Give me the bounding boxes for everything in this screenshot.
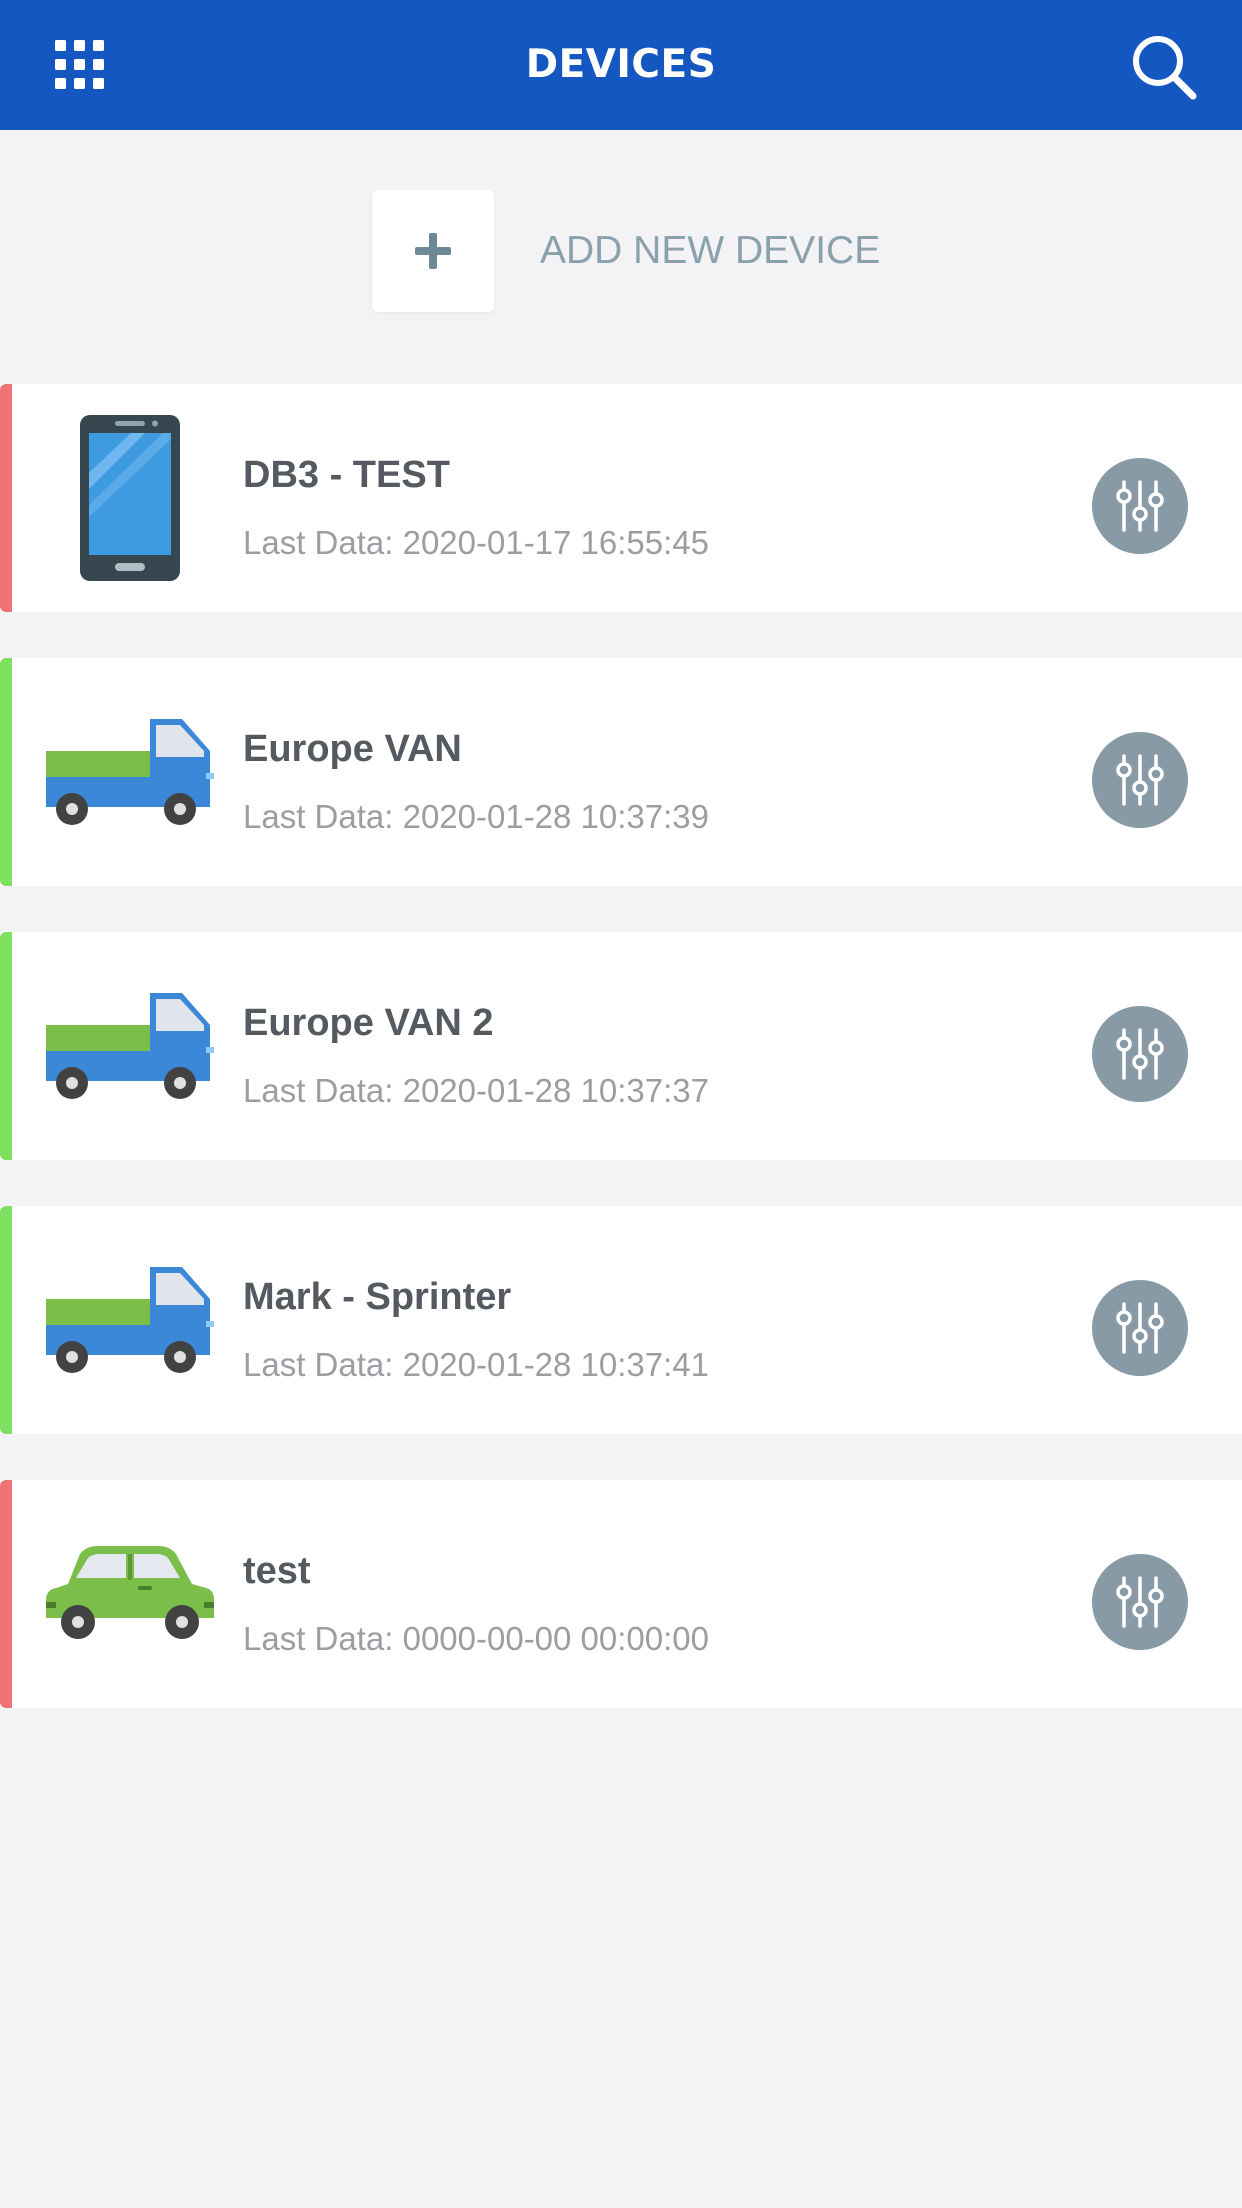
add-device-box[interactable] — [372, 190, 494, 312]
device-item[interactable]: Mark - Sprinter Last Data: 2020-01-28 10… — [0, 1206, 1242, 1434]
sensors-icon — [1116, 1302, 1164, 1354]
status-indicator — [0, 1480, 12, 1708]
device-name: test — [243, 1550, 311, 1592]
device-last-data: Last Data: 2020-01-28 10:37:37 — [243, 1072, 710, 1109]
device-sensors-button[interactable] — [1092, 732, 1188, 828]
sensors-icon — [1116, 480, 1164, 532]
sensors-icon — [1116, 754, 1164, 806]
device-sensors-button[interactable] — [1092, 1006, 1188, 1102]
device-item[interactable]: Europe VAN Last Data: 2020-01-28 10:37:3… — [0, 658, 1242, 886]
car-icon — [30, 1514, 230, 1674]
sensors-icon — [1116, 1028, 1164, 1080]
device-name: Europe VAN 2 — [243, 1002, 494, 1044]
grid-icon — [55, 40, 104, 89]
device-last-data: Last Data: 2020-01-28 10:37:39 — [243, 798, 710, 835]
device-last-data: Last Data: 0000-00-00 00:00:00 — [243, 1620, 710, 1657]
add-new-device-button[interactable]: ADD NEW DEVICE — [372, 190, 880, 312]
add-new-device-label: ADD NEW DEVICE — [540, 229, 881, 272]
search-icon — [1133, 36, 1197, 100]
device-item[interactable]: DB3 - TEST Last Data: 2020-01-17 16:55:4… — [0, 384, 1242, 612]
device-list: DB3 - TEST Last Data: 2020-01-17 16:55:4… — [0, 384, 1242, 1754]
truck-icon — [30, 692, 230, 852]
device-item[interactable]: Europe VAN 2 Last Data: 2020-01-28 10:37… — [0, 932, 1242, 1160]
sensors-icon — [1116, 1576, 1164, 1628]
plus-icon — [415, 233, 451, 269]
device-item[interactable]: test Last Data: 0000-00-00 00:00:00 — [0, 1480, 1242, 1708]
status-indicator — [0, 1206, 12, 1434]
top-app-bar: DEVICES — [0, 0, 1242, 130]
device-last-data: Last Data: 2020-01-17 16:55:45 — [243, 524, 710, 561]
device-name: Europe VAN — [243, 728, 462, 770]
search-button[interactable] — [1124, 27, 1204, 107]
truck-icon — [30, 1240, 230, 1400]
page-title: DEVICES — [525, 42, 717, 87]
smartphone-icon — [30, 415, 230, 581]
device-name: Mark - Sprinter — [243, 1276, 512, 1318]
device-sensors-button[interactable] — [1092, 458, 1188, 554]
status-indicator — [0, 658, 12, 886]
apps-menu-button[interactable] — [48, 33, 112, 97]
status-indicator — [0, 384, 12, 612]
device-sensors-button[interactable] — [1092, 1554, 1188, 1650]
truck-icon — [30, 966, 230, 1126]
device-name: DB3 - TEST — [243, 454, 450, 496]
status-indicator — [0, 932, 12, 1160]
device-sensors-button[interactable] — [1092, 1280, 1188, 1376]
device-last-data: Last Data: 2020-01-28 10:37:41 — [243, 1346, 710, 1383]
